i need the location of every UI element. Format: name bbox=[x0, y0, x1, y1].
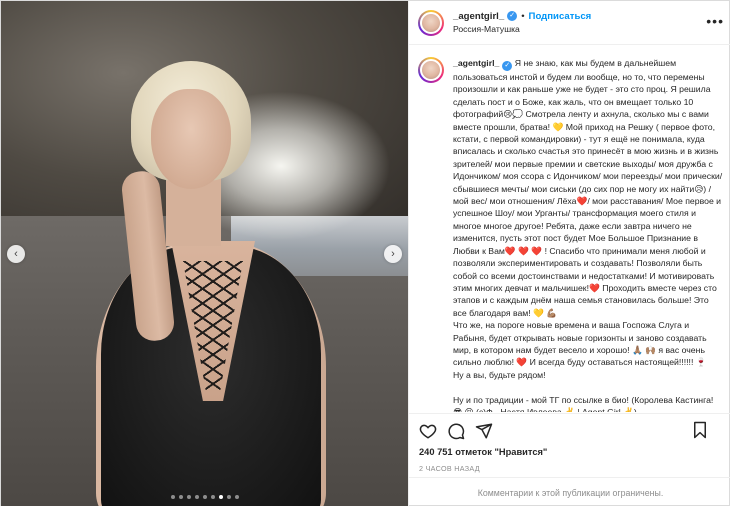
caption-scroll-area[interactable]: _agentgirl_ ✓ Я не знаю, как мы будем в д… bbox=[418, 57, 723, 412]
carousel-dot bbox=[178, 495, 183, 499]
post-dialog: ‹ › _agentgirl_ ✓ • Подписаться Россия-М… bbox=[0, 0, 730, 506]
carousel-dot bbox=[234, 495, 239, 499]
chevron-right-icon: › bbox=[391, 248, 395, 260]
likes-count[interactable]: 240 751 отметок "Нравится" bbox=[419, 447, 547, 457]
location-link[interactable]: Россия-Матушка bbox=[453, 23, 591, 36]
save-button[interactable] bbox=[691, 421, 709, 439]
bookmark-icon bbox=[694, 421, 706, 439]
carousel-dot bbox=[194, 495, 199, 499]
comment-icon bbox=[448, 423, 465, 439]
share-button[interactable] bbox=[475, 422, 493, 440]
carousel-dot bbox=[202, 495, 207, 499]
heart-icon bbox=[419, 424, 437, 439]
caption-text: _agentgirl_ ✓ Я не знаю, как мы будем в д… bbox=[453, 57, 723, 412]
avatar[interactable] bbox=[418, 57, 444, 83]
person-face bbox=[151, 89, 231, 189]
comment-button[interactable] bbox=[447, 422, 465, 440]
verified-badge-icon: ✓ bbox=[507, 11, 518, 21]
caption-body: Я не знаю, как мы будем в дальнейшем пол… bbox=[453, 58, 723, 412]
carousel-dot bbox=[226, 495, 231, 499]
caption-username-link[interactable]: _agentgirl_ bbox=[453, 58, 499, 68]
follow-button[interactable]: Подписаться bbox=[529, 10, 592, 23]
like-button[interactable] bbox=[419, 422, 437, 440]
comments-restricted-notice: Комментарии к этой публикации ограничены… bbox=[409, 477, 730, 506]
carousel-dot bbox=[170, 495, 175, 499]
share-icon bbox=[475, 423, 493, 438]
carousel-dot bbox=[186, 495, 191, 499]
username-link[interactable]: _agentgirl_ bbox=[453, 10, 504, 23]
prev-photo-button[interactable]: ‹ bbox=[7, 245, 25, 263]
chevron-left-icon: ‹ bbox=[14, 248, 18, 260]
carousel-indicator bbox=[1, 495, 408, 499]
more-options-icon[interactable]: ••• bbox=[706, 13, 724, 29]
post-header: _agentgirl_ ✓ • Подписаться Россия-Матуш… bbox=[409, 1, 730, 45]
verified-badge-icon: ✓ bbox=[502, 61, 513, 71]
separator: • bbox=[521, 10, 525, 22]
avatar[interactable] bbox=[418, 9, 444, 36]
post-timestamp[interactable]: 2 ЧАСОВ НАЗАД bbox=[419, 464, 480, 473]
post-side-panel: _agentgirl_ ✓ • Подписаться Россия-Матуш… bbox=[408, 1, 730, 506]
next-photo-button[interactable]: › bbox=[384, 245, 402, 263]
carousel-dot bbox=[210, 495, 215, 499]
carousel-dot bbox=[218, 495, 223, 499]
action-bar bbox=[409, 413, 730, 447]
post-photo[interactable]: ‹ › bbox=[1, 1, 408, 506]
